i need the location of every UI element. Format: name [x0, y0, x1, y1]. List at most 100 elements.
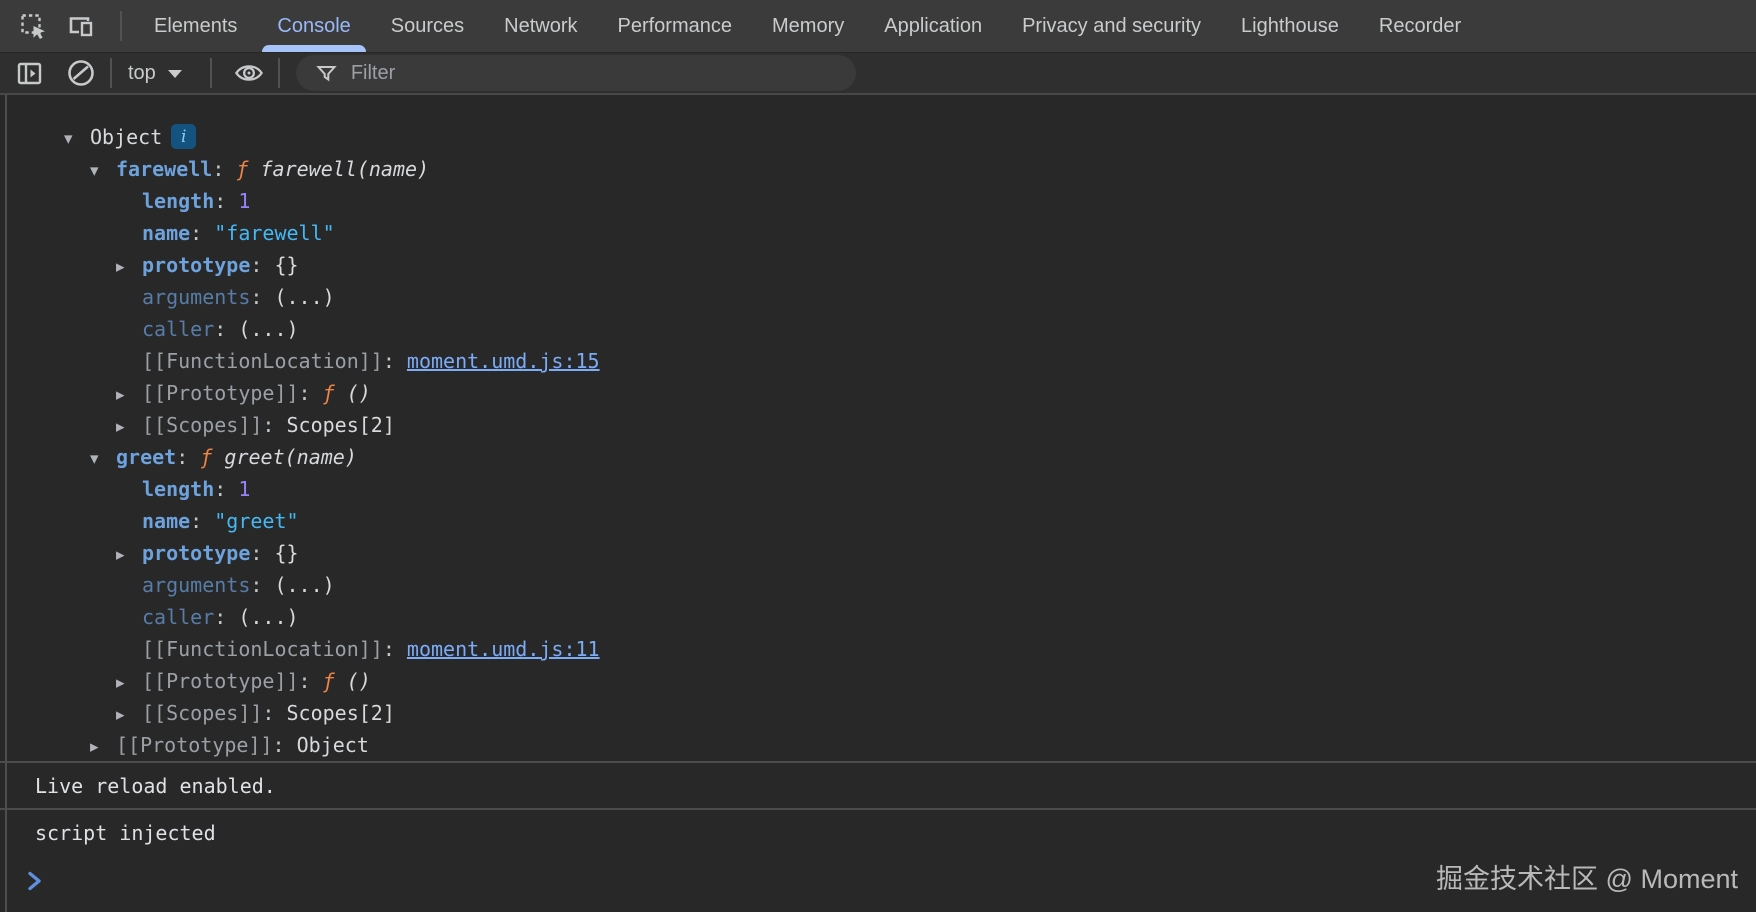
tab-recorder[interactable]: Recorder	[1359, 0, 1481, 52]
info-badge[interactable]: i	[171, 124, 196, 149]
token-plain: Scopes[2]	[287, 413, 395, 437]
token-colon: :	[214, 605, 238, 629]
console-toolbar: top	[0, 53, 1756, 95]
token-colon: :	[250, 253, 274, 277]
tabbar-separator	[120, 11, 122, 41]
token-key: length	[142, 477, 214, 501]
tree-row: ▸[[Prototype]]: ƒ ()	[0, 377, 1756, 409]
disclosure-right-icon[interactable]: ▸	[116, 539, 142, 571]
device-toolbar-icon[interactable]	[66, 11, 96, 41]
context-selector[interactable]: top	[118, 62, 192, 85]
token-sig: greet(name)	[224, 445, 356, 469]
token-sig: ()	[347, 669, 371, 693]
tree-row: length: 1	[0, 473, 1756, 505]
filter-input[interactable]	[351, 62, 791, 85]
tab-label: Recorder	[1379, 15, 1461, 38]
eye-icon[interactable]	[234, 58, 264, 88]
tree-row: ▾Objecti	[0, 121, 1756, 153]
token-fn: ƒ	[200, 445, 224, 469]
token-key: prototype	[142, 541, 250, 565]
filter-field[interactable]	[296, 55, 856, 91]
console-message: script injected	[0, 808, 1756, 855]
tab-application[interactable]: Application	[864, 0, 1002, 52]
token-colon: :	[383, 349, 407, 373]
token-plain: (...)	[238, 605, 298, 629]
clear-console-icon[interactable]	[66, 58, 96, 88]
tree-row: [[FunctionLocation]]: moment.umd.js:11	[0, 633, 1756, 665]
tab-elements[interactable]: Elements	[134, 0, 257, 52]
tree-row: ▸[[Prototype]]: Object	[0, 729, 1756, 761]
tree-row: arguments: (...)	[0, 281, 1756, 313]
token-colon: :	[190, 221, 214, 245]
token-keydim: arguments	[142, 285, 250, 309]
token-key: name	[142, 221, 190, 245]
token-colon: :	[214, 317, 238, 341]
active-tab-underline	[262, 45, 365, 52]
toolbar-separator	[210, 58, 212, 88]
token-num: 1	[238, 477, 250, 501]
dock-sidebar-icon[interactable]	[14, 58, 44, 88]
token-internal: [[Scopes]]	[142, 701, 262, 725]
disclosure-down-icon[interactable]: ▾	[90, 443, 116, 475]
tab-label: Privacy and security	[1022, 15, 1201, 38]
tree-row: ▸[[Scopes]]: Scopes[2]	[0, 697, 1756, 729]
console-left-border	[5, 95, 7, 912]
tree-row: ▾farewell: ƒ farewell(name)	[0, 153, 1756, 185]
tab-label: Network	[504, 15, 577, 38]
token-fn: ƒ	[236, 157, 260, 181]
tab-label: Memory	[772, 15, 844, 38]
token-colon: :	[212, 157, 236, 181]
tree-row: caller: (...)	[0, 601, 1756, 633]
tab-console[interactable]: Console	[257, 0, 370, 52]
toolbar-separator	[278, 58, 280, 88]
inspect-element-icon[interactable]	[18, 11, 48, 41]
console-message: Live reload enabled.	[0, 761, 1756, 808]
source-file-link[interactable]: moment.umd.js:11	[407, 637, 600, 661]
tree-row: ▾greet: ƒ greet(name)	[0, 441, 1756, 473]
disclosure-right-icon[interactable]: ▸	[116, 379, 142, 411]
tab-network[interactable]: Network	[484, 0, 597, 52]
context-selector-value: top	[128, 62, 156, 85]
tab-list: ElementsConsole Sources Network Performance…	[134, 0, 1481, 52]
token-plain: {}	[274, 253, 298, 277]
tab-performance[interactable]: Performance	[598, 0, 753, 52]
disclosure-right-icon[interactable]: ▸	[116, 251, 142, 283]
tab-label: Performance	[618, 15, 733, 38]
disclosure-right-icon[interactable]: ▸	[116, 667, 142, 699]
token-plain: {}	[274, 541, 298, 565]
disclosure-right-icon[interactable]: ▸	[116, 699, 142, 731]
tab-privacy-and-security[interactable]: Privacy and security	[1002, 0, 1221, 52]
disclosure-right-icon[interactable]: ▸	[116, 411, 142, 443]
token-colon: :	[190, 509, 214, 533]
tab-label: Lighthouse	[1241, 15, 1339, 38]
tree-row: caller: (...)	[0, 313, 1756, 345]
tab-memory[interactable]: Memory	[752, 0, 864, 52]
object-tree: ▾Objecti▾farewell: ƒ farewell(name)lengt…	[0, 95, 1756, 761]
token-colon: :	[262, 413, 286, 437]
tab-sources[interactable]: Sources	[371, 0, 484, 52]
token-plain: (...)	[274, 573, 334, 597]
token-colon: :	[214, 477, 238, 501]
token-plain: (...)	[238, 317, 298, 341]
token-key: greet	[116, 445, 176, 469]
disclosure-down-icon[interactable]: ▾	[64, 123, 90, 155]
token-colon: :	[299, 669, 323, 693]
token-num: 1	[238, 189, 250, 213]
token-internal: [[Prototype]]	[116, 733, 273, 757]
disclosure-right-icon[interactable]: ▸	[90, 731, 116, 763]
tab-label: Sources	[391, 15, 464, 38]
token-sig: ()	[347, 381, 371, 405]
token-key: name	[142, 509, 190, 533]
source-file-link[interactable]: moment.umd.js:15	[407, 349, 600, 373]
tree-row: name: "farewell"	[0, 217, 1756, 249]
token-keydim: caller	[142, 605, 214, 629]
token-sig: farewell(name)	[261, 157, 430, 181]
disclosure-down-icon[interactable]: ▾	[90, 155, 116, 187]
token-plain: (...)	[274, 285, 334, 309]
tab-lighthouse[interactable]: Lighthouse	[1221, 0, 1359, 52]
tree-row: length: 1	[0, 185, 1756, 217]
token-keydim: caller	[142, 317, 214, 341]
prompt-chevron-icon	[27, 870, 43, 892]
devtools-tab-bar: ElementsConsole Sources Network Performance…	[0, 0, 1756, 53]
token-key: farewell	[116, 157, 212, 181]
